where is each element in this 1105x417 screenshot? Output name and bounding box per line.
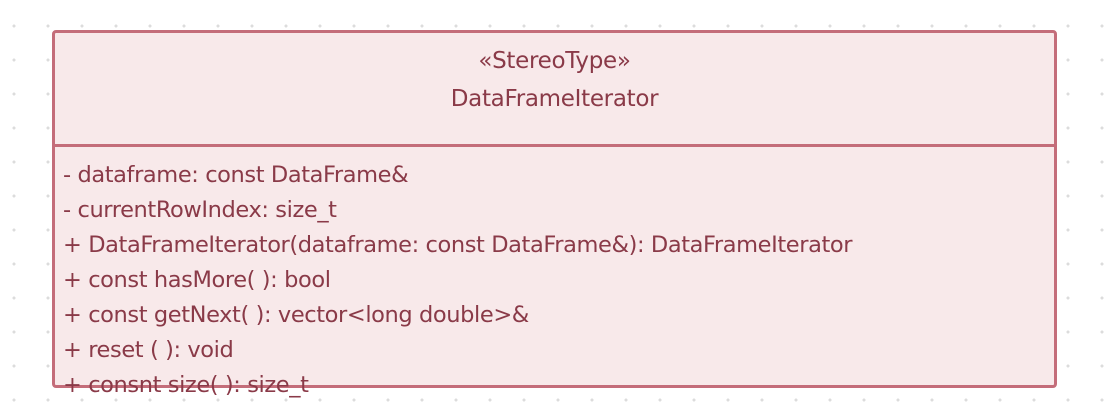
class-members: - dataframe: const DataFrame& - currentR… (55, 147, 1054, 403)
class-name: DataFrameIterator (450, 86, 659, 112)
method-size: + consnt size( ): size_t (63, 372, 309, 398)
method-constructor: + DataFrameIterator(dataframe: const Dat… (63, 232, 853, 258)
uml-class-box[interactable]: «StereoType» DataFrameIterator - datafra… (52, 30, 1057, 398)
method-reset: + reset ( ): void (63, 337, 234, 363)
class-header: «StereoType» DataFrameIterator (55, 33, 1054, 147)
attribute-dataframe: - dataframe: const DataFrame& (63, 162, 409, 188)
stereotype-label: «StereoType» (478, 48, 631, 74)
method-get-next: + const getNext( ): vector<long double>& (63, 302, 529, 328)
method-has-more: + const hasMore( ): bool (63, 267, 331, 293)
attribute-current-row-index: - currentRowIndex: size_t (63, 197, 337, 223)
